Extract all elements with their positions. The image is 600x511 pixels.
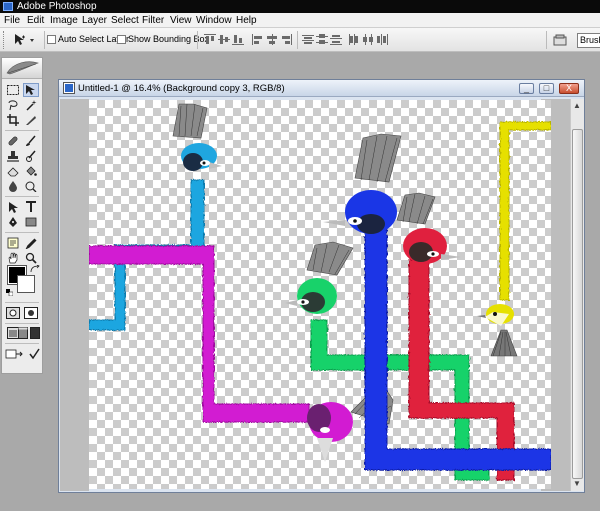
scrollbar-thumb[interactable] (572, 129, 583, 479)
red-peacock-head (396, 192, 461, 264)
align-top-edges-icon[interactable] (204, 34, 216, 45)
type-tool-icon[interactable] (23, 200, 39, 214)
document-title-bar[interactable]: Untitled-1 @ 16.4% (Background copy 3, R… (59, 80, 584, 97)
distribute-vertical-centers-icon[interactable] (316, 34, 328, 45)
zoom-tool-icon[interactable] (23, 251, 39, 265)
dodge-tool-icon[interactable] (23, 179, 39, 193)
align-vertical-centers-icon[interactable] (218, 34, 230, 45)
maximize-button[interactable]: □ (539, 83, 554, 94)
yellow-peacock-neck (499, 121, 552, 301)
align-horizontal-centers-icon[interactable] (266, 34, 278, 45)
scroll-up-arrow-icon[interactable]: ▲ (573, 101, 581, 110)
toolbox-separator (5, 196, 39, 197)
align-right-edges-icon[interactable] (280, 34, 292, 45)
magic-wand-tool-icon[interactable] (23, 98, 39, 112)
brush-tool-icon[interactable] (23, 134, 39, 148)
menu-edit[interactable]: Edit (27, 13, 44, 28)
blur-tool-icon[interactable] (5, 179, 21, 193)
move-tool-icon[interactable] (23, 83, 39, 97)
document-window: Untitled-1 @ 16.4% (Background copy 3, R… (58, 79, 585, 493)
options-separator (546, 31, 547, 49)
notes-tool-icon[interactable] (5, 236, 21, 250)
menu-bar: File Edit Image Layer Select Filter View… (0, 13, 600, 28)
vertical-scrollbar[interactable]: ▲ ▼ (570, 99, 584, 491)
menu-image[interactable]: Image (50, 13, 78, 28)
menu-window[interactable]: Window (196, 13, 232, 28)
toolbox-separator (5, 232, 39, 233)
swap-colors-icon[interactable] (30, 265, 40, 273)
hand-tool-icon[interactable] (5, 251, 21, 265)
distribute-horizontal-centers-icon[interactable] (362, 34, 374, 45)
palette-well-icon[interactable] (552, 33, 568, 47)
paint-bucket-tool-icon[interactable] (23, 164, 39, 178)
full-screen-mode-icon[interactable] (29, 326, 40, 340)
slice-tool-icon[interactable] (23, 113, 39, 127)
eyedropper-tool-icon[interactable] (23, 236, 39, 250)
history-brush-tool-icon[interactable] (23, 149, 39, 163)
toolbox-separator (5, 130, 39, 131)
auto-select-layer-checkbox[interactable] (47, 35, 56, 44)
imageready-icon[interactable] (26, 347, 42, 361)
toolbox (1, 57, 43, 374)
marquee-tool-icon[interactable] (5, 83, 21, 97)
close-button[interactable]: X (559, 83, 579, 94)
cyan-peacock-head (172, 103, 222, 171)
align-left-edges-icon[interactable] (252, 34, 264, 45)
minimize-button[interactable]: _ (519, 83, 534, 94)
options-separator (44, 31, 45, 49)
chevron-down-icon (30, 39, 34, 42)
canvas-pasteboard-left (60, 99, 89, 491)
toolbox-header[interactable] (2, 58, 42, 79)
path-selection-tool-icon[interactable] (5, 200, 21, 214)
menu-view[interactable]: View (170, 13, 192, 28)
document-icon (63, 82, 75, 94)
brushes-tab[interactable]: Brush (577, 33, 600, 48)
scroll-down-arrow-icon[interactable]: ▼ (573, 479, 581, 488)
options-separator (197, 31, 198, 49)
photoshop-logo-icon (3, 2, 13, 11)
image-canvas[interactable] (88, 100, 552, 489)
full-screen-menu-mode-icon[interactable] (17, 326, 28, 340)
default-colors-icon[interactable] (6, 287, 14, 297)
toolbox-separator (5, 302, 39, 303)
feather-icon (6, 61, 39, 75)
menu-filter[interactable]: Filter (142, 13, 164, 28)
distribute-right-edges-icon[interactable] (376, 34, 388, 45)
jump-to-imageready-icon[interactable] (5, 347, 25, 361)
show-bounding-box-checkbox[interactable] (117, 35, 126, 44)
app-title: Adobe Photoshop (17, 1, 97, 12)
menu-file[interactable]: File (4, 13, 20, 28)
healing-brush-tool-icon[interactable] (5, 134, 21, 148)
crop-tool-icon[interactable] (5, 113, 21, 127)
app-title-bar: Adobe Photoshop (0, 0, 600, 13)
toolbox-separator (5, 343, 39, 344)
distribute-left-edges-icon[interactable] (348, 34, 360, 45)
menu-layer[interactable]: Layer (82, 13, 107, 28)
options-bar: Auto Select Layer Show Bounding Box Brus… (0, 28, 600, 52)
tool-preset-picker[interactable] (12, 33, 38, 47)
rectangle-tool-icon[interactable] (23, 215, 39, 229)
distribute-bottom-edges-icon[interactable] (330, 34, 342, 45)
document-title: Untitled-1 @ 16.4% (Background copy 3, R… (78, 83, 285, 94)
options-separator (297, 31, 298, 49)
distribute-top-edges-icon[interactable] (302, 34, 314, 45)
background-color-swatch[interactable] (17, 275, 35, 293)
toolbox-separator (5, 323, 39, 324)
move-tool-icon (15, 34, 34, 45)
align-bottom-edges-icon[interactable] (232, 34, 244, 45)
yellow-peacock-head (477, 304, 518, 357)
menu-help[interactable]: Help (236, 13, 257, 28)
green-peacock-head (285, 241, 354, 314)
standard-mode-icon[interactable] (5, 306, 21, 320)
blue-peacock-head (323, 133, 402, 234)
eraser-tool-icon[interactable] (5, 164, 21, 178)
clone-stamp-tool-icon[interactable] (5, 149, 21, 163)
menu-select[interactable]: Select (111, 13, 139, 28)
options-bar-grip[interactable] (3, 31, 6, 49)
peacock-artwork (88, 103, 552, 481)
lasso-tool-icon[interactable] (5, 98, 21, 112)
pen-tool-icon[interactable] (5, 215, 21, 229)
quick-mask-mode-icon[interactable] (23, 306, 39, 320)
